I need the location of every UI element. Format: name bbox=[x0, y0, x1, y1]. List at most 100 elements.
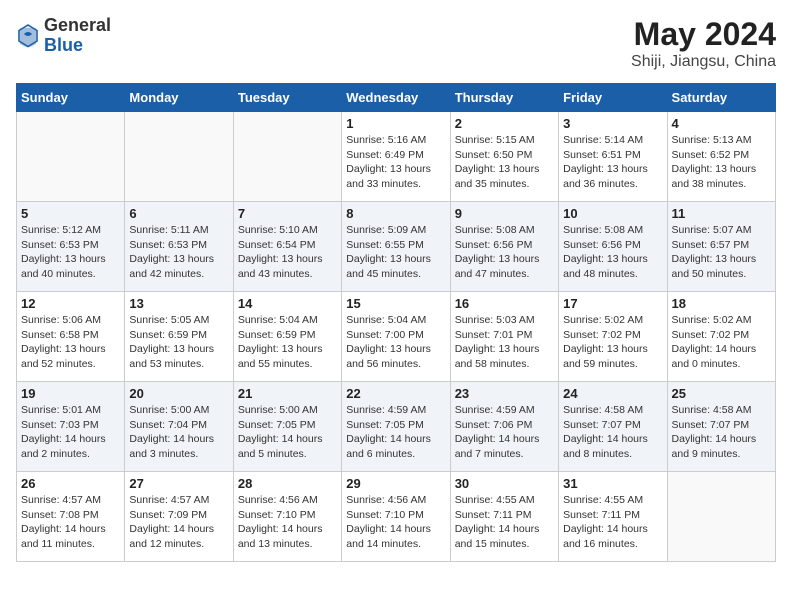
day-number: 27 bbox=[129, 476, 228, 491]
day-number: 21 bbox=[238, 386, 337, 401]
day-number: 30 bbox=[455, 476, 554, 491]
calendar-cell bbox=[667, 472, 775, 562]
day-info: Sunrise: 5:01 AM Sunset: 7:03 PM Dayligh… bbox=[21, 403, 120, 462]
day-info: Sunrise: 4:58 AM Sunset: 7:07 PM Dayligh… bbox=[672, 403, 771, 462]
day-info: Sunrise: 4:55 AM Sunset: 7:11 PM Dayligh… bbox=[563, 493, 662, 552]
day-info: Sunrise: 5:03 AM Sunset: 7:01 PM Dayligh… bbox=[455, 313, 554, 372]
calendar-cell: 15 Sunrise: 5:04 AM Sunset: 7:00 PM Dayli… bbox=[342, 292, 450, 382]
week-row-1: 1 Sunrise: 5:16 AM Sunset: 6:49 PM Daylig… bbox=[17, 112, 776, 202]
day-info: Sunrise: 4:57 AM Sunset: 7:09 PM Dayligh… bbox=[129, 493, 228, 552]
calendar-cell bbox=[233, 112, 341, 202]
logo: General Blue bbox=[16, 16, 111, 56]
day-number: 10 bbox=[563, 206, 662, 221]
calendar-cell: 12 Sunrise: 5:06 AM Sunset: 6:58 PM Dayli… bbox=[17, 292, 125, 382]
calendar-subtitle: Shiji, Jiangsu, China bbox=[631, 53, 776, 71]
calendar-cell: 9 Sunrise: 5:08 AM Sunset: 6:56 PM Daylig… bbox=[450, 202, 558, 292]
day-number: 7 bbox=[238, 206, 337, 221]
calendar-cell: 24 Sunrise: 4:58 AM Sunset: 7:07 PM Dayli… bbox=[559, 382, 667, 472]
day-info: Sunrise: 5:15 AM Sunset: 6:50 PM Dayligh… bbox=[455, 133, 554, 192]
day-number: 2 bbox=[455, 116, 554, 131]
calendar-cell: 4 Sunrise: 5:13 AM Sunset: 6:52 PM Daylig… bbox=[667, 112, 775, 202]
day-number: 13 bbox=[129, 296, 228, 311]
calendar-table: SundayMondayTuesdayWednesdayThursdayFrid… bbox=[16, 83, 776, 562]
day-number: 1 bbox=[346, 116, 445, 131]
day-number: 15 bbox=[346, 296, 445, 311]
calendar-cell: 29Sunrise: 4:56 AM Sunset: 7:10 PM Dayli… bbox=[342, 472, 450, 562]
day-number: 25 bbox=[672, 386, 771, 401]
day-number: 18 bbox=[672, 296, 771, 311]
day-info: Sunrise: 5:11 AM Sunset: 6:53 PM Dayligh… bbox=[129, 223, 228, 282]
day-number: 5 bbox=[21, 206, 120, 221]
calendar-cell: 6 Sunrise: 5:11 AM Sunset: 6:53 PM Daylig… bbox=[125, 202, 233, 292]
calendar-cell: 13 Sunrise: 5:05 AM Sunset: 6:59 PM Dayli… bbox=[125, 292, 233, 382]
day-info: Sunrise: 5:12 AM Sunset: 6:53 PM Dayligh… bbox=[21, 223, 120, 282]
weekday-header-saturday: Saturday bbox=[667, 84, 775, 112]
title-block: May 2024 Shiji, Jiangsu, China bbox=[631, 16, 776, 71]
day-number: 22 bbox=[346, 386, 445, 401]
weekday-header-sunday: Sunday bbox=[17, 84, 125, 112]
calendar-cell: 16Sunrise: 5:03 AM Sunset: 7:01 PM Dayli… bbox=[450, 292, 558, 382]
day-info: Sunrise: 5:05 AM Sunset: 6:59 PM Dayligh… bbox=[129, 313, 228, 372]
day-number: 6 bbox=[129, 206, 228, 221]
weekday-header-tuesday: Tuesday bbox=[233, 84, 341, 112]
day-number: 20 bbox=[129, 386, 228, 401]
weekday-header-friday: Friday bbox=[559, 84, 667, 112]
day-info: Sunrise: 5:08 AM Sunset: 6:56 PM Dayligh… bbox=[455, 223, 554, 282]
day-info: Sunrise: 5:02 AM Sunset: 7:02 PM Dayligh… bbox=[563, 313, 662, 372]
day-number: 31 bbox=[563, 476, 662, 491]
day-info: Sunrise: 5:08 AM Sunset: 6:56 PM Dayligh… bbox=[563, 223, 662, 282]
calendar-cell: 25 Sunrise: 4:58 AM Sunset: 7:07 PM Dayli… bbox=[667, 382, 775, 472]
day-info: Sunrise: 5:04 AM Sunset: 7:00 PM Dayligh… bbox=[346, 313, 445, 372]
day-number: 9 bbox=[455, 206, 554, 221]
calendar-cell: 17 Sunrise: 5:02 AM Sunset: 7:02 PM Dayli… bbox=[559, 292, 667, 382]
day-info: Sunrise: 4:55 AM Sunset: 7:11 PM Dayligh… bbox=[455, 493, 554, 552]
logo-text: General Blue bbox=[44, 16, 111, 56]
day-number: 17 bbox=[563, 296, 662, 311]
day-number: 14 bbox=[238, 296, 337, 311]
calendar-cell: 20 Sunrise: 5:00 AM Sunset: 7:04 PM Dayli… bbox=[125, 382, 233, 472]
day-info: Sunrise: 5:00 AM Sunset: 7:04 PM Dayligh… bbox=[129, 403, 228, 462]
day-number: 24 bbox=[563, 386, 662, 401]
weekday-header-thursday: Thursday bbox=[450, 84, 558, 112]
calendar-cell: 2 Sunrise: 5:15 AM Sunset: 6:50 PM Daylig… bbox=[450, 112, 558, 202]
day-info: Sunrise: 5:02 AM Sunset: 7:02 PM Dayligh… bbox=[672, 313, 771, 372]
calendar-cell bbox=[125, 112, 233, 202]
day-info: Sunrise: 5:06 AM Sunset: 6:58 PM Dayligh… bbox=[21, 313, 120, 372]
calendar-cell: 19 Sunrise: 5:01 AM Sunset: 7:03 PM Dayli… bbox=[17, 382, 125, 472]
day-number: 29 bbox=[346, 476, 445, 491]
calendar-cell: 10 Sunrise: 5:08 AM Sunset: 6:56 PM Dayli… bbox=[559, 202, 667, 292]
day-number: 12 bbox=[21, 296, 120, 311]
calendar-cell: 7 Sunrise: 5:10 AM Sunset: 6:54 PM Daylig… bbox=[233, 202, 341, 292]
day-number: 23 bbox=[455, 386, 554, 401]
calendar-cell: 11Sunrise: 5:07 AM Sunset: 6:57 PM Dayli… bbox=[667, 202, 775, 292]
calendar-cell: 21 Sunrise: 5:00 AM Sunset: 7:05 PM Dayli… bbox=[233, 382, 341, 472]
calendar-cell: 8Sunrise: 5:09 AM Sunset: 6:55 PM Daylig… bbox=[342, 202, 450, 292]
weekday-header-monday: Monday bbox=[125, 84, 233, 112]
day-info: Sunrise: 5:00 AM Sunset: 7:05 PM Dayligh… bbox=[238, 403, 337, 462]
day-number: 8 bbox=[346, 206, 445, 221]
week-row-5: 26Sunrise: 4:57 AM Sunset: 7:08 PM Dayli… bbox=[17, 472, 776, 562]
calendar-cell: 26Sunrise: 4:57 AM Sunset: 7:08 PM Dayli… bbox=[17, 472, 125, 562]
calendar-cell: 18 Sunrise: 5:02 AM Sunset: 7:02 PM Dayli… bbox=[667, 292, 775, 382]
calendar-title: May 2024 bbox=[631, 16, 776, 53]
day-info: Sunrise: 4:58 AM Sunset: 7:07 PM Dayligh… bbox=[563, 403, 662, 462]
day-info: Sunrise: 5:16 AM Sunset: 6:49 PM Dayligh… bbox=[346, 133, 445, 192]
day-info: Sunrise: 4:56 AM Sunset: 7:10 PM Dayligh… bbox=[238, 493, 337, 552]
day-number: 4 bbox=[672, 116, 771, 131]
day-number: 26 bbox=[21, 476, 120, 491]
calendar-cell: 31 Sunrise: 4:55 AM Sunset: 7:11 PM Dayli… bbox=[559, 472, 667, 562]
calendar-cell: 3Sunrise: 5:14 AM Sunset: 6:51 PM Daylig… bbox=[559, 112, 667, 202]
calendar-cell: 5 Sunrise: 5:12 AM Sunset: 6:53 PM Daylig… bbox=[17, 202, 125, 292]
day-info: Sunrise: 5:13 AM Sunset: 6:52 PM Dayligh… bbox=[672, 133, 771, 192]
weekday-header-wednesday: Wednesday bbox=[342, 84, 450, 112]
calendar-cell: 23Sunrise: 4:59 AM Sunset: 7:06 PM Dayli… bbox=[450, 382, 558, 472]
day-number: 11 bbox=[672, 206, 771, 221]
day-number: 19 bbox=[21, 386, 120, 401]
day-info: Sunrise: 4:59 AM Sunset: 7:05 PM Dayligh… bbox=[346, 403, 445, 462]
week-row-3: 12 Sunrise: 5:06 AM Sunset: 6:58 PM Dayli… bbox=[17, 292, 776, 382]
day-info: Sunrise: 5:10 AM Sunset: 6:54 PM Dayligh… bbox=[238, 223, 337, 282]
calendar-cell: 1 Sunrise: 5:16 AM Sunset: 6:49 PM Daylig… bbox=[342, 112, 450, 202]
day-number: 3 bbox=[563, 116, 662, 131]
page-header: General Blue May 2024 Shiji, Jiangsu, Ch… bbox=[16, 16, 776, 71]
logo-icon bbox=[16, 22, 40, 50]
